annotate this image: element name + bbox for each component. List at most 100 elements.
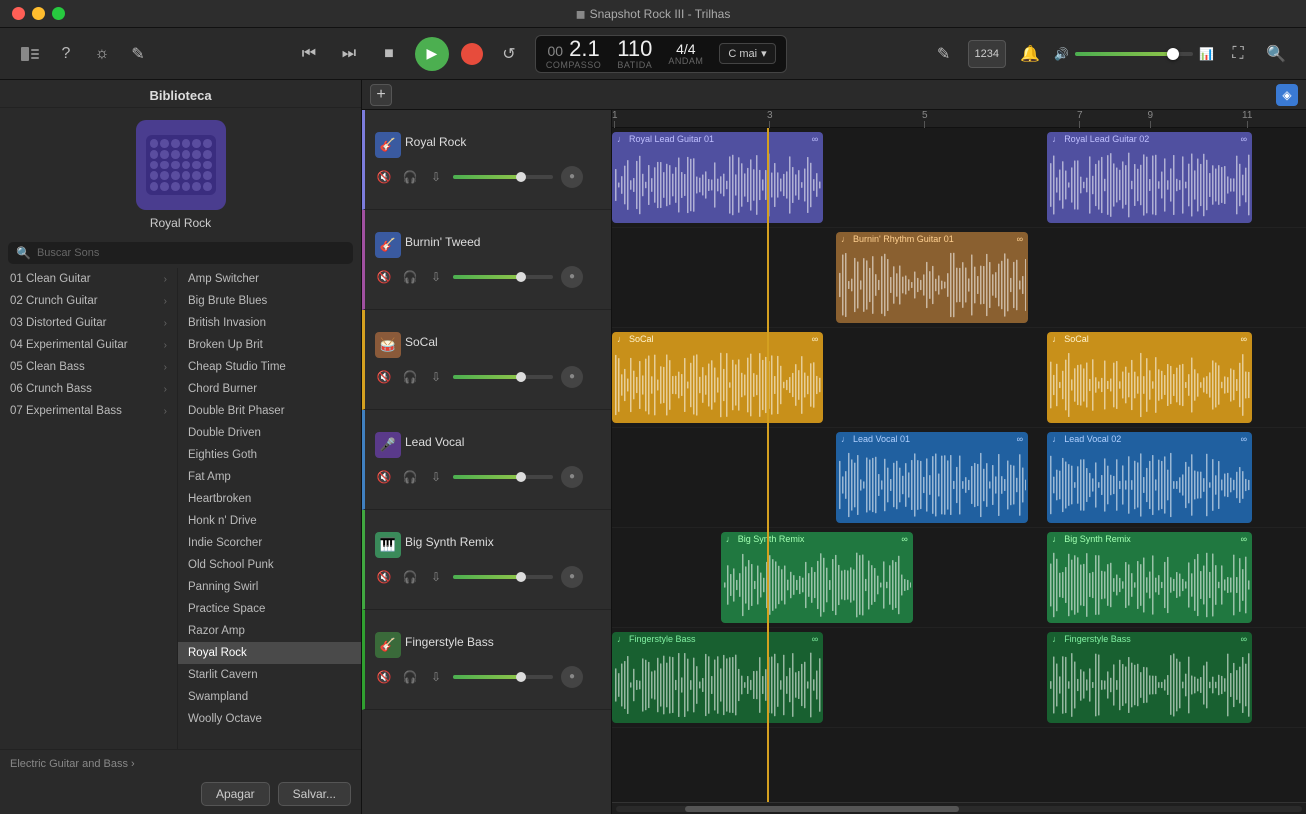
track-headphone-button[interactable]: 🎧 [401, 168, 419, 186]
right-list-item[interactable]: Cheap Studio Time [178, 356, 361, 378]
smart-controls-button[interactable]: ◈ [1276, 84, 1298, 106]
track-volume-thumb[interactable] [516, 572, 526, 582]
track-mute-button[interactable]: 🔇 [375, 268, 393, 286]
edit-button[interactable]: ✎ [124, 40, 152, 68]
right-list-item[interactable]: Eighties Goth [178, 444, 361, 466]
track-volume-thumb[interactable] [516, 372, 526, 382]
waveform-clip[interactable]: ♩ Royal Lead Guitar 01 ∞ [612, 132, 823, 223]
waveform-row[interactable]: ♩ Big Synth Remix ∞ ♩ Big Synth Remix ∞ [612, 528, 1306, 628]
track-volume-slider[interactable] [453, 175, 553, 179]
left-list-item[interactable]: 01 Clean Guitar› [0, 268, 177, 290]
waveform-clip[interactable]: ♩ Lead Vocal 02 ∞ [1047, 432, 1252, 523]
track-mute-button[interactable]: 🔇 [375, 468, 393, 486]
track-settings-button[interactable]: ⇩ [427, 168, 445, 186]
scrollbar-thumb[interactable] [685, 806, 959, 812]
pencil-tool-button[interactable]: ✎ [930, 40, 958, 68]
track-volume-slider[interactable] [453, 475, 553, 479]
add-track-button[interactable]: + [370, 84, 392, 106]
right-list-item[interactable]: Heartbroken [178, 488, 361, 510]
track-volume-slider[interactable] [453, 575, 553, 579]
save-button[interactable]: Salvar... [278, 782, 351, 806]
search-button[interactable]: 🔍 [1262, 40, 1290, 68]
loop-button[interactable]: ↺ [495, 40, 523, 68]
left-list-item[interactable]: 05 Clean Bass› [0, 356, 177, 378]
track-mute-button[interactable]: 🔇 [375, 168, 393, 186]
right-list-item[interactable]: Woolly Octave [178, 708, 361, 730]
search-bar[interactable]: 🔍 [8, 242, 353, 264]
left-list-item[interactable]: 04 Experimental Guitar› [0, 334, 177, 356]
track-headphone-button[interactable]: 🎧 [401, 468, 419, 486]
waveforms[interactable]: ♩ Royal Lead Guitar 01 ∞ ♩ Royal Lead Gu… [612, 128, 1306, 802]
right-list-item[interactable]: Broken Up Brit [178, 334, 361, 356]
waveform-clip[interactable]: ♩ Fingerstyle Bass ∞ [612, 632, 823, 723]
track-settings-button[interactable]: ⇩ [427, 568, 445, 586]
waveform-row[interactable]: ♩ Fingerstyle Bass ∞ ♩ Fingerstyle Bass … [612, 628, 1306, 728]
track-mute-button[interactable]: 🔇 [375, 368, 393, 386]
right-list-item[interactable]: Royal Rock [178, 642, 361, 664]
scrollbar-track[interactable] [616, 806, 1302, 812]
minimize-button[interactable] [32, 7, 45, 20]
right-list-item[interactable]: Razor Amp [178, 620, 361, 642]
track-volume-slider[interactable] [453, 275, 553, 279]
record-button[interactable] [461, 43, 483, 65]
track-volume-slider[interactable] [453, 375, 553, 379]
right-list-item[interactable]: Starlit Cavern [178, 664, 361, 686]
rewind-button[interactable]: ⏮ [295, 40, 323, 68]
right-list-item[interactable]: Practice Space [178, 598, 361, 620]
track-pan-knob[interactable]: ● [561, 266, 583, 288]
track-pan-knob[interactable]: ● [561, 166, 583, 188]
track-headphone-button[interactable]: 🎧 [401, 668, 419, 686]
track-pan-knob[interactable]: ● [561, 566, 583, 588]
track-mute-button[interactable]: 🔇 [375, 568, 393, 586]
search-input[interactable] [37, 247, 345, 259]
track-mute-button[interactable]: 🔇 [375, 668, 393, 686]
right-list-item[interactable]: British Invasion [178, 312, 361, 334]
fullscreen-button[interactable]: ⛶ [1224, 40, 1252, 68]
track-headphone-button[interactable]: 🎧 [401, 368, 419, 386]
track-volume-thumb[interactable] [516, 472, 526, 482]
waveform-clip[interactable]: ♩ SoCal ∞ [1047, 332, 1252, 423]
right-list-item[interactable]: Double Driven [178, 422, 361, 444]
track-settings-button[interactable]: ⇩ [427, 468, 445, 486]
left-list-item[interactable]: 07 Experimental Bass› [0, 400, 177, 422]
close-button[interactable] [12, 7, 25, 20]
left-list-item[interactable]: 03 Distorted Guitar› [0, 312, 177, 334]
waveform-clip[interactable]: ♩ Big Synth Remix ∞ [721, 532, 913, 623]
track-headphone-button[interactable]: 🎧 [401, 268, 419, 286]
track-headphone-button[interactable]: 🎧 [401, 568, 419, 586]
right-list-item[interactable]: Amp Switcher [178, 268, 361, 290]
track-pan-knob[interactable]: ● [561, 466, 583, 488]
waveform-clip[interactable]: ♩ Big Synth Remix ∞ [1047, 532, 1252, 623]
left-list-item[interactable]: 06 Crunch Bass› [0, 378, 177, 400]
volume-thumb[interactable] [1167, 48, 1179, 60]
brightness-button[interactable]: ☼ [88, 40, 116, 68]
waveform-row[interactable]: ♩ SoCal ∞ ♩ SoCal ∞ [612, 328, 1306, 428]
right-list-item[interactable]: Old School Punk [178, 554, 361, 576]
track-pan-knob[interactable]: ● [561, 666, 583, 688]
level-meter-button[interactable]: 1234 [968, 40, 1006, 68]
alert-button[interactable]: 🔔 [1016, 40, 1044, 68]
track-volume-thumb[interactable] [516, 272, 526, 282]
track-volume-thumb[interactable] [516, 172, 526, 182]
waveform-clip[interactable]: ♩ Lead Vocal 01 ∞ [836, 432, 1028, 523]
right-list-item[interactable]: Big Brute Blues [178, 290, 361, 312]
master-volume-control[interactable]: 🔊 📊 [1054, 47, 1214, 61]
right-list-item[interactable]: Double Brit Phaser [178, 400, 361, 422]
left-list-item[interactable]: 02 Crunch Guitar› [0, 290, 177, 312]
right-list-item[interactable]: Swampland [178, 686, 361, 708]
waveform-clip[interactable]: ♩ SoCal ∞ [612, 332, 823, 423]
library-toggle-button[interactable] [16, 40, 44, 68]
key-signature-button[interactable]: C mai ▾ [719, 43, 775, 64]
waveform-row[interactable]: ♩ Lead Vocal 01 ∞ ♩ Lead Vocal 02 ∞ [612, 428, 1306, 528]
waveform-clip[interactable]: ♩ Royal Lead Guitar 02 ∞ [1047, 132, 1252, 223]
track-pan-knob[interactable]: ● [561, 366, 583, 388]
waveform-row[interactable]: ♩ Royal Lead Guitar 01 ∞ ♩ Royal Lead Gu… [612, 128, 1306, 228]
delete-button[interactable]: Apagar [201, 782, 270, 806]
play-button[interactable]: ▶ [415, 37, 449, 71]
right-list-item[interactable]: Chord Burner [178, 378, 361, 400]
track-settings-button[interactable]: ⇩ [427, 268, 445, 286]
right-list-item[interactable]: Panning Swirl [178, 576, 361, 598]
track-settings-button[interactable]: ⇩ [427, 368, 445, 386]
waveform-clip[interactable]: ♩ Fingerstyle Bass ∞ [1047, 632, 1252, 723]
waveform-row[interactable]: ♩ Burnin' Rhythm Guitar 01 ∞ [612, 228, 1306, 328]
